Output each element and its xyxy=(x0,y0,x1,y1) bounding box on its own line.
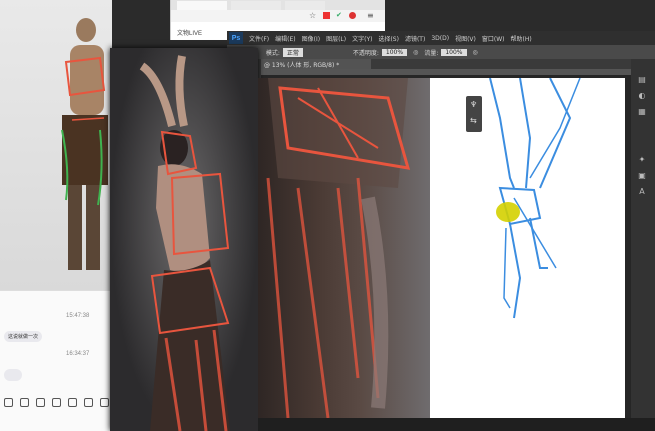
scissors-icon[interactable] xyxy=(19,397,29,407)
male-figure-drawing xyxy=(61,18,108,270)
mode-label: 模式: xyxy=(265,49,280,57)
emoji-icon[interactable] xyxy=(3,397,13,407)
browser-page-text[interactable]: 文物LIVE xyxy=(177,28,202,37)
brush-settings-icon[interactable]: ✦ xyxy=(637,155,647,164)
menu-type[interactable]: 文字(Y) xyxy=(352,34,372,43)
airbrush-icon[interactable]: ◎ xyxy=(473,49,478,56)
browser-tab-bar xyxy=(171,0,385,10)
menu-3d[interactable]: 3D(D) xyxy=(431,35,449,42)
gift-icon[interactable] xyxy=(67,397,77,407)
cropped-reference-image xyxy=(258,78,430,418)
file-icon[interactable] xyxy=(99,397,109,407)
menu-layer[interactable]: 图层(L) xyxy=(326,34,346,43)
chat-bubble xyxy=(4,369,22,381)
chat-panel: 15:47:38 这说就做一次 16:34:37 xyxy=(0,290,112,431)
female-figure-drawing xyxy=(139,55,230,431)
male-reference-photo xyxy=(0,0,112,290)
star-icon[interactable]: ☆ xyxy=(309,11,316,20)
layers-icon[interactable]: ▦ xyxy=(637,107,647,116)
pressure-icon[interactable]: ◎ xyxy=(413,49,418,56)
browser-tab[interactable] xyxy=(231,1,281,10)
flow-input[interactable]: 100% xyxy=(441,48,467,56)
swap-icon[interactable]: ⇆ xyxy=(470,116,477,125)
chat-toolbar xyxy=(0,395,112,409)
extension-icon[interactable] xyxy=(349,12,356,19)
image-icon[interactable] xyxy=(51,397,61,407)
chat-time: 15:47:38 xyxy=(66,313,90,319)
right-panel-dock: ▤ ◐ ▦ ✦ ▣ A xyxy=(631,59,655,431)
photoshop-logo: Ps xyxy=(229,32,243,44)
opacity-input[interactable]: 100% xyxy=(381,48,408,56)
char-icon[interactable]: A xyxy=(637,187,647,196)
document-tab-title: @ 13% (人体 形, RGB/8) * xyxy=(264,62,340,69)
brush-tool-icon[interactable]: ♆ xyxy=(470,100,477,109)
menu-icon[interactable]: ≡ xyxy=(367,11,374,20)
menu-edit[interactable]: 编辑(E) xyxy=(275,34,295,43)
blue-sketch-drawing xyxy=(489,78,581,319)
menu-file[interactable]: 文件(F) xyxy=(249,34,269,43)
sketch-canvas[interactable] xyxy=(430,78,625,418)
extension-icon[interactable] xyxy=(323,12,330,19)
chat-time: 16:34:37 xyxy=(66,351,90,357)
swatch-icon[interactable]: ▣ xyxy=(637,171,647,180)
adjust-icon[interactable]: ◐ xyxy=(637,91,647,100)
browser-tab[interactable] xyxy=(285,1,325,10)
menu-filter[interactable]: 滤镜(T) xyxy=(405,34,425,43)
opacity-label: 不透明度: xyxy=(352,49,379,57)
history-icon[interactable]: ▤ xyxy=(637,75,647,84)
chat-bubble: 这说就做一次 xyxy=(4,331,43,342)
flow-label: 流量: xyxy=(424,49,439,57)
check-icon[interactable]: ✔ xyxy=(336,11,342,19)
browser-tab[interactable] xyxy=(177,1,227,10)
menu-select[interactable]: 选择(S) xyxy=(378,34,399,43)
menu-image[interactable]: 图像(I) xyxy=(302,34,320,43)
status-strip xyxy=(258,418,655,431)
cropped-figure-drawing xyxy=(266,78,411,418)
female-reference-photo xyxy=(110,48,258,431)
browser-toolbar: ☆ ✔ ≡ xyxy=(171,10,385,22)
document-tab[interactable]: @ 13% (人体 形, RGB/8) * xyxy=(261,59,371,69)
reference-chat-window: 15:47:38 这说就做一次 16:34:37 xyxy=(0,0,112,431)
folder-icon[interactable] xyxy=(83,397,93,407)
floating-tool-palette: ♆ ⇆ xyxy=(466,96,482,132)
mode-select[interactable]: 正常 xyxy=(282,47,303,57)
microphone-icon[interactable] xyxy=(35,397,45,407)
menu-view[interactable]: 视图(V) xyxy=(455,34,476,43)
menu-window[interactable]: 窗口(W) xyxy=(482,34,505,43)
menu-bar: Ps 文件(F) 编辑(E) 图像(I) 图层(L) 文字(Y) 选择(S) 滤… xyxy=(227,31,655,45)
menu-help[interactable]: 帮助(H) xyxy=(511,34,532,43)
options-bar: ⌂ ✎ 模式: 正常 不透明度: 100% ◎ 流量: 100% ◎ xyxy=(227,45,655,59)
